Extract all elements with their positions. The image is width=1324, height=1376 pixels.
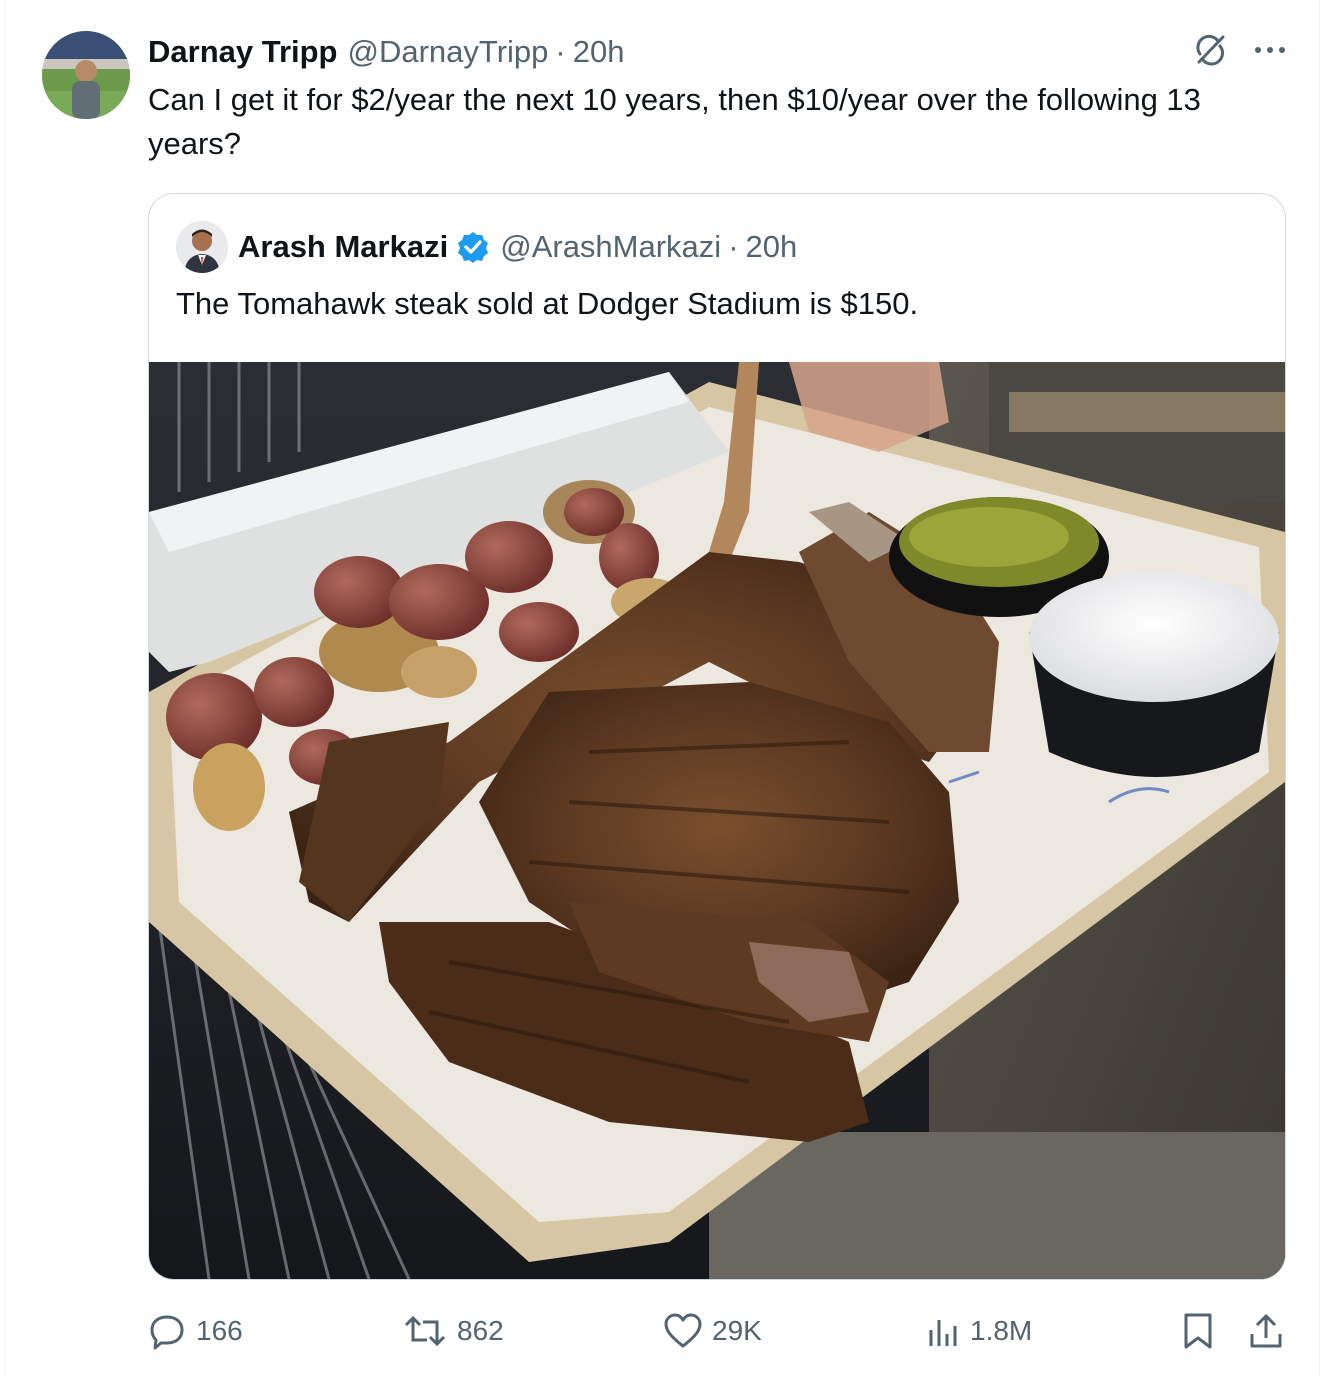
views-count: 1.8M xyxy=(970,1315,1033,1346)
views-icon xyxy=(926,1314,960,1348)
tweet-header: Darnay Tripp @DarnayTripp · 20h xyxy=(148,30,624,74)
reply-button[interactable]: 166 xyxy=(148,1306,243,1356)
bookmark-icon xyxy=(1182,1312,1214,1350)
bookmark-button[interactable] xyxy=(1182,1306,1214,1356)
views-button[interactable]: 1.8M xyxy=(926,1306,1032,1356)
grok-icon[interactable] xyxy=(1192,32,1228,68)
tweet-text: Can I get it for $2/year the next 10 yea… xyxy=(148,82,1201,161)
repost-icon xyxy=(403,1312,447,1350)
share-icon xyxy=(1248,1312,1284,1350)
like-icon xyxy=(664,1313,702,1349)
tweet-time[interactable]: 20h xyxy=(573,34,625,70)
tweet-photo[interactable] xyxy=(149,362,1285,1279)
reply-icon xyxy=(148,1312,186,1350)
quoted-author-handle[interactable]: @ArashMarkazi xyxy=(500,229,721,265)
share-button[interactable] xyxy=(1248,1306,1284,1356)
quoted-author-name[interactable]: Arash Markazi xyxy=(238,229,448,265)
quoted-separator-dot: · xyxy=(728,229,739,264)
quoted-tweet-time[interactable]: 20h xyxy=(746,229,798,265)
repost-count: 862 xyxy=(457,1315,504,1346)
quoted-tweet-header: Arash Markazi @ArashMarkazi · 20h xyxy=(238,224,797,270)
like-count: 29K xyxy=(712,1315,762,1346)
author-name[interactable]: Darnay Tripp xyxy=(148,34,338,70)
quoted-author-avatar[interactable] xyxy=(176,221,228,273)
tweet-top-actions xyxy=(1192,32,1286,68)
like-button[interactable]: 29K xyxy=(664,1306,762,1356)
verified-badge-icon xyxy=(456,230,490,264)
separator-dot: · xyxy=(555,34,566,69)
more-icon[interactable] xyxy=(1254,45,1286,55)
tweet-action-bar: 166 862 29K 1.8M xyxy=(148,1306,1288,1356)
quoted-tweet-card[interactable]: Arash Markazi @ArashMarkazi · 20h The To… xyxy=(148,193,1286,1280)
reply-count: 166 xyxy=(196,1315,243,1346)
quoted-tweet-text: The Tomahawk steak sold at Dodger Stadiu… xyxy=(176,286,919,321)
author-handle[interactable]: @DarnayTripp xyxy=(348,34,549,70)
repost-button[interactable]: 862 xyxy=(403,1306,504,1356)
author-avatar[interactable] xyxy=(42,31,130,119)
